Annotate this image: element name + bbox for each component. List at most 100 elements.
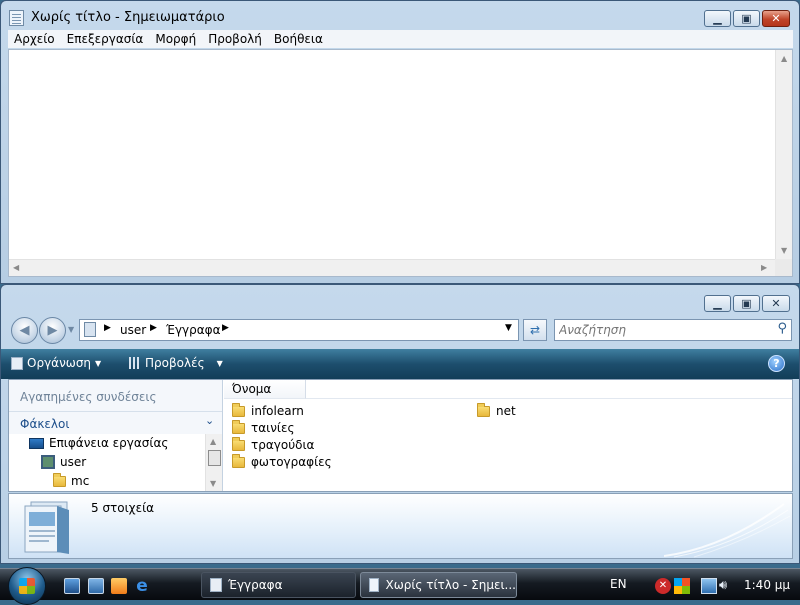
views-label: Προβολές <box>145 356 205 370</box>
task-label: Έγγραφα <box>228 578 283 592</box>
file-label: φωτογραφίες <box>251 455 332 469</box>
list-item[interactable]: ταινίες <box>232 419 295 435</box>
show-desktop-icon[interactable] <box>64 578 80 594</box>
taskbar-item-notepad[interactable]: Χωρίς τίτλο - Σημει... <box>360 572 517 598</box>
command-bar: Οργάνωση ▼ Προβολές ▼ ? <box>1 349 799 379</box>
close-icon: ✕ <box>771 297 781 310</box>
close-button[interactable]: ✕ <box>762 10 790 27</box>
organize-button[interactable]: Οργάνωση ▼ <box>11 356 101 370</box>
switch-windows-icon[interactable] <box>88 578 104 594</box>
folder-icon <box>232 453 245 468</box>
address-dropdown-icon[interactable]: ▼ <box>505 323 512 333</box>
breadcrumb-documents[interactable]: Έγγραφα <box>166 323 221 337</box>
organize-icon <box>11 356 23 370</box>
explorer-minimize-button[interactable]: ▁ <box>704 295 731 312</box>
scroll-up-icon[interactable]: ▲ <box>210 437 216 446</box>
close-icon: ✕ <box>771 12 781 25</box>
folder-icon <box>477 402 490 417</box>
tree-label: mc <box>71 474 90 488</box>
recent-pages-icon[interactable]: ▼ <box>68 325 74 334</box>
menu-help[interactable]: Βοήθεια <box>268 30 329 48</box>
list-item[interactable]: τραγούδια <box>232 436 315 452</box>
explorer-window: ▁ ▣ ✕ ◀ ▶ ▼ ▶ user ▶ Έγγραφα ▶ ▼ ⇄ ⚲ Οργ… <box>0 284 800 564</box>
minimize-button[interactable]: ▁ <box>704 10 731 27</box>
menu-edit[interactable]: Επεξεργασία <box>61 30 150 48</box>
chevron-down-icon: ▼ <box>95 358 102 368</box>
chevron-down-icon[interactable]: ⌄ <box>205 414 214 427</box>
notepad-window: Χωρίς τίτλο - Σημειωματάριο ▁ ▣ ✕ Αρχείο… <box>0 0 800 284</box>
help-icon[interactable]: ? <box>768 355 785 372</box>
tree-item-user[interactable]: user <box>41 455 86 469</box>
search-icon[interactable]: ⚲ <box>777 321 787 336</box>
language-indicator[interactable]: EN <box>610 577 627 591</box>
tree-label: Επιφάνεια εργασίας <box>49 436 169 450</box>
chevron-down-icon: ▼ <box>216 358 223 368</box>
notepad-titlebar[interactable]: Χωρίς τίτλο - Σημειωματάριο ▁ ▣ ✕ <box>1 1 799 31</box>
tree-scrollbar[interactable]: ▲ ▼ <box>205 434 222 491</box>
tree-item-desktop[interactable]: Επιφάνεια εργασίας <box>29 436 168 450</box>
scroll-thumb[interactable] <box>208 450 221 466</box>
scroll-up-icon[interactable]: ▲ <box>781 54 787 63</box>
notepad-icon <box>9 10 24 26</box>
vertical-scrollbar[interactable]: ▲ ▼ <box>775 50 792 260</box>
list-item[interactable]: net <box>477 402 516 418</box>
address-bar[interactable]: ▶ user ▶ Έγγραφα ▶ ▼ <box>79 319 519 341</box>
scroll-down-icon[interactable]: ▼ <box>781 246 787 255</box>
task-label: Χωρίς τίτλο - Σημει... <box>385 578 516 592</box>
menubar: Αρχείο Επεξεργασία Μορφή Προβολή Βοήθεια <box>8 30 793 48</box>
security-alert-icon[interactable]: ✕ <box>655 578 671 594</box>
breadcrumb-separator-icon: ▶ <box>150 323 157 333</box>
minimize-icon: ▁ <box>713 297 722 310</box>
folder-icon <box>232 436 245 451</box>
list-item[interactable]: infolearn <box>232 402 304 418</box>
taskbar-item-documents[interactable]: Έγγραφα <box>201 572 356 598</box>
column-header-name[interactable]: Όνομα <box>224 380 306 399</box>
notepad-icon <box>369 578 380 592</box>
windows-update-icon[interactable] <box>674 578 690 594</box>
start-button[interactable] <box>8 567 46 605</box>
file-label: ταινίες <box>251 421 295 435</box>
scroll-left-icon[interactable]: ◀ <box>13 263 19 272</box>
text-editor[interactable]: ▲ ▼ ◀ ▶ <box>8 49 793 277</box>
internet-explorer-icon[interactable]: e <box>134 578 150 595</box>
menu-file[interactable]: Αρχείο <box>8 30 61 48</box>
explorer-maximize-button[interactable]: ▣ <box>733 295 760 312</box>
navigation-pane: Αγαπημένες συνδέσεις Φάκελοι ⌄ Επιφάνεια… <box>9 380 223 491</box>
views-icon <box>129 357 141 369</box>
menu-view[interactable]: Προβολή <box>202 30 268 48</box>
tree-label: user <box>60 455 87 469</box>
search-box: ⚲ <box>554 319 792 341</box>
back-button[interactable]: ◀ <box>11 317 38 344</box>
maximize-button[interactable]: ▣ <box>733 10 760 27</box>
file-label: net <box>496 404 516 418</box>
user-folder-icon <box>41 455 55 469</box>
explorer-close-button[interactable]: ✕ <box>762 295 790 312</box>
folder-icon <box>232 419 245 434</box>
explorer-body: Αγαπημένες συνδέσεις Φάκελοι ⌄ Επιφάνεια… <box>8 379 793 492</box>
network-icon[interactable] <box>701 578 717 594</box>
scroll-right-icon[interactable]: ▶ <box>761 263 767 272</box>
views-button[interactable]: Προβολές ▼ <box>129 356 223 370</box>
search-input[interactable] <box>559 322 764 338</box>
tree-item-mc[interactable]: mc <box>53 472 90 488</box>
horizontal-scrollbar[interactable]: ◀ ▶ <box>9 259 775 276</box>
desktop-icon <box>29 437 44 449</box>
file-label: τραγούδια <box>251 438 315 452</box>
volume-icon[interactable]: 🔊︎ <box>719 578 735 594</box>
arrow-right-icon: ▶ <box>47 323 58 338</box>
favorite-links[interactable]: Αγαπημένες συνδέσεις <box>20 390 157 404</box>
scroll-down-icon[interactable]: ▼ <box>210 479 216 488</box>
file-label: infolearn <box>251 404 304 418</box>
media-player-icon[interactable] <box>111 578 127 594</box>
breadcrumb-separator-icon: ▶ <box>104 323 111 333</box>
menu-format[interactable]: Μορφή <box>149 30 202 48</box>
size-grip <box>775 259 792 276</box>
folder-window-icon <box>210 578 222 592</box>
breadcrumb-user[interactable]: user <box>120 323 146 337</box>
computer-icon <box>84 322 96 337</box>
refresh-button[interactable]: ⇄ <box>523 319 547 341</box>
forward-button[interactable]: ▶ <box>39 317 66 344</box>
clock[interactable]: 1:40 μμ <box>744 578 790 592</box>
folders-header[interactable]: Φάκελοι <box>20 417 69 431</box>
list-item[interactable]: φωτογραφίες <box>232 453 332 469</box>
